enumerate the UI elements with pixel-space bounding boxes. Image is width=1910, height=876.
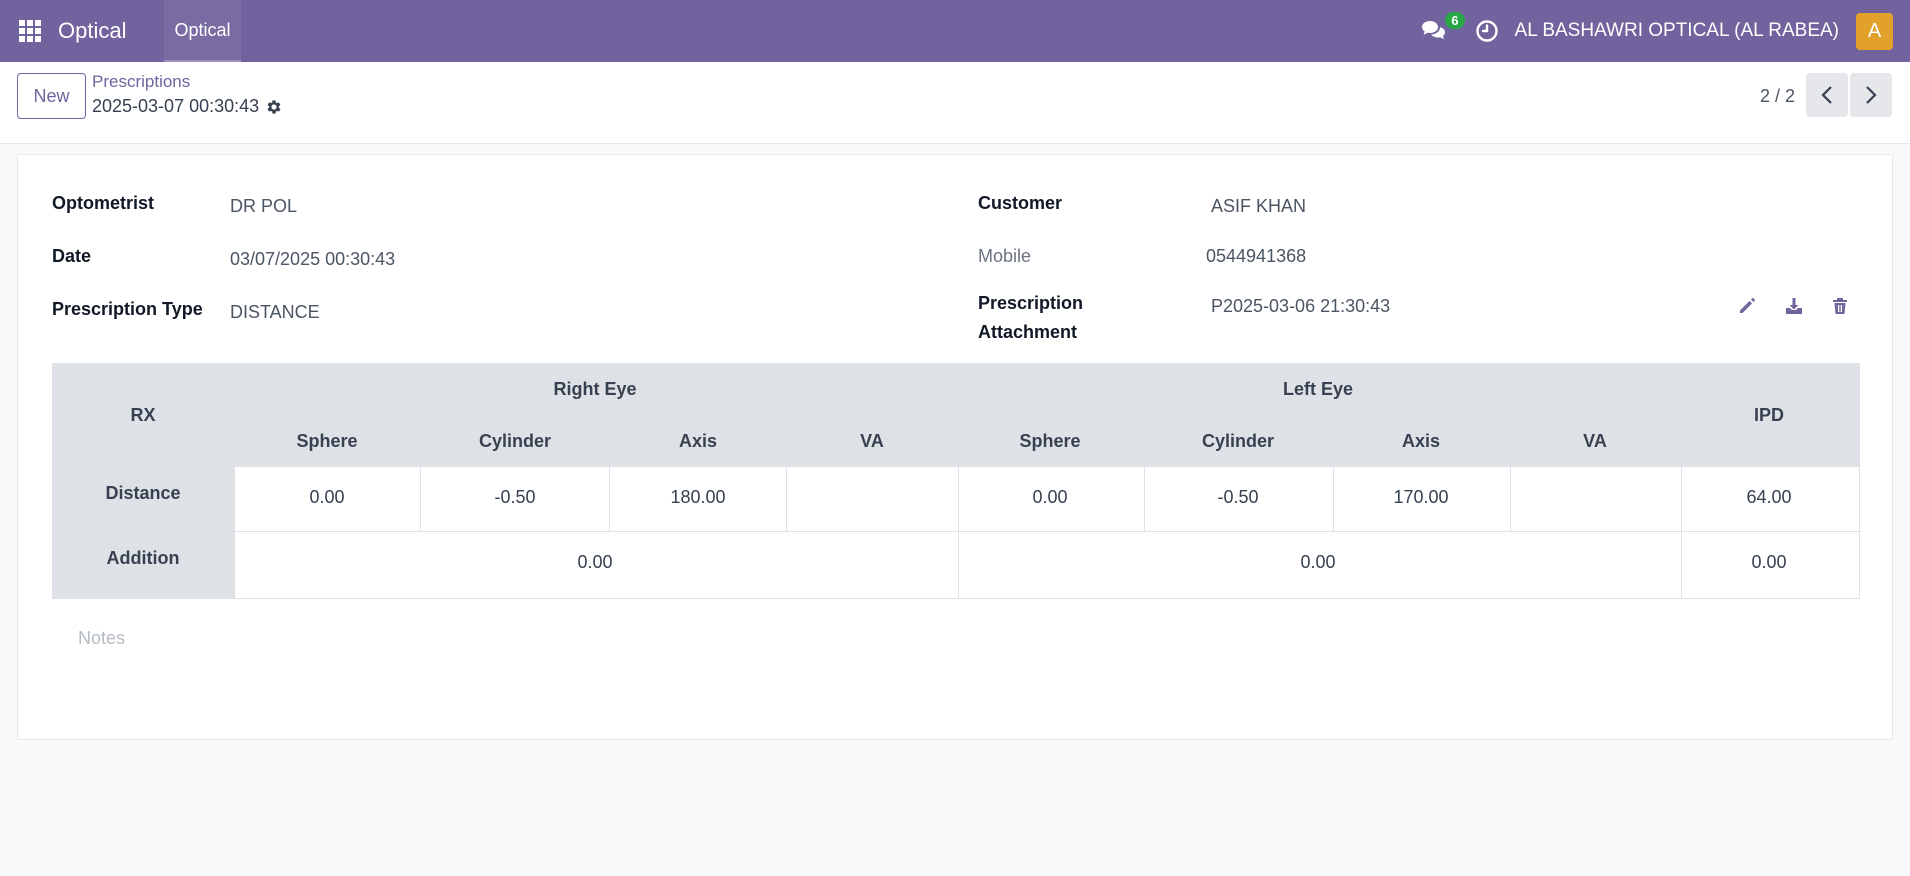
company-switcher[interactable]: AL BASHAWRI OPTICAL (AL RABEA): [1515, 20, 1839, 42]
col-divider: [420, 467, 421, 531]
distance-ipd[interactable]: 64.00: [1746, 487, 1791, 508]
trash-icon: [1833, 298, 1847, 314]
date-label: Date: [52, 246, 92, 266]
chevron-left-icon: [1821, 86, 1832, 104]
addition-row-label: Addition: [106, 548, 180, 568]
grid-icon: [19, 20, 41, 42]
user-avatar[interactable]: A: [1856, 12, 1893, 50]
customer-field[interactable]: ASIF KHAN: [1211, 196, 1306, 217]
col-divider: [1510, 467, 1511, 531]
right-axis-header: Axis: [678, 431, 718, 451]
prescription-attachment-file[interactable]: P2025-03-06 21:30:43: [1211, 296, 1390, 317]
clock-icon[interactable]: [1475, 19, 1499, 43]
gear-icon[interactable]: [265, 98, 283, 116]
breadcrumb-prescriptions[interactable]: Prescriptions: [92, 72, 190, 92]
record-name: 2025-03-07 00:30:43: [92, 96, 260, 116]
addition-left[interactable]: 0.00: [1300, 552, 1335, 573]
pager-value[interactable]: 2 / 2: [1760, 86, 1795, 107]
chevron-right-icon: [1866, 86, 1877, 104]
prescription-attachment-label-line1: Prescription: [978, 293, 1084, 313]
right-cylinder-header: Cylinder: [478, 431, 552, 451]
left-va-header: VA: [1583, 431, 1607, 451]
right-eye-header: Right Eye: [553, 379, 637, 399]
rx-table: RX Right Eye Left Eye IPD Sphere Cylinde…: [52, 363, 1861, 599]
delete-attachment-button[interactable]: [1830, 296, 1850, 316]
addition-right[interactable]: 0.00: [577, 552, 612, 573]
ipd-divider: [1681, 467, 1682, 599]
record-title: 2025-03-07 00:30:43: [92, 96, 283, 117]
download-attachment-button[interactable]: [1784, 296, 1804, 316]
row-divider: [235, 531, 1861, 532]
chat-icon: [1421, 21, 1445, 40]
distance-right-axis[interactable]: 180.00: [670, 487, 725, 508]
left-eye-header: Left Eye: [1282, 379, 1354, 399]
left-axis-header: Axis: [1401, 431, 1441, 451]
left-cylinder-header: Cylinder: [1201, 431, 1275, 451]
top-navbar: Optical Optical 6 AL BASHAWRI OPTICAL (A…: [0, 0, 1910, 62]
messages-count-badge: 6: [1445, 12, 1465, 29]
left-sphere-header: Sphere: [1019, 431, 1081, 451]
distance-right-cylinder[interactable]: -0.50: [494, 487, 535, 508]
prescription-attachment-label-line2: Attachment: [978, 322, 1078, 342]
new-button[interactable]: New: [17, 73, 86, 119]
rx-header: RX: [130, 405, 156, 425]
control-panel: New Prescriptions 2025-03-07 00:30:43 2 …: [0, 62, 1910, 144]
distance-left-sphere[interactable]: 0.00: [1032, 487, 1067, 508]
customer-label: Customer: [978, 193, 1063, 213]
mobile-label: Mobile: [978, 246, 1032, 266]
distance-left-cylinder[interactable]: -0.50: [1217, 487, 1258, 508]
col-divider: [1144, 467, 1145, 531]
edit-attachment-button[interactable]: [1737, 296, 1757, 316]
right-sphere-header: Sphere: [296, 431, 358, 451]
distance-left-axis[interactable]: 170.00: [1393, 487, 1448, 508]
col-divider: [1333, 467, 1334, 531]
pager-next-button[interactable]: [1850, 73, 1892, 117]
menu-item-optical[interactable]: Optical: [164, 0, 241, 62]
apps-menu-button[interactable]: [0, 0, 60, 62]
app-brand[interactable]: Optical: [58, 18, 126, 44]
optometrist-label: Optometrist: [52, 193, 155, 213]
prescription-type-label: Prescription Type: [52, 299, 203, 319]
date-field[interactable]: 03/07/2025 00:30:43: [230, 249, 395, 270]
form-sheet: Optometrist DR POL Date 03/07/2025 00:30…: [17, 154, 1893, 740]
eye-divider: [958, 467, 959, 599]
distance-right-sphere[interactable]: 0.00: [309, 487, 344, 508]
pencil-icon: [1740, 298, 1755, 313]
col-divider: [786, 467, 787, 531]
messages-button[interactable]: 6: [1419, 12, 1465, 46]
optometrist-field[interactable]: DR POL: [230, 196, 297, 217]
distance-row-label: Distance: [105, 483, 181, 503]
right-va-header: VA: [860, 431, 884, 451]
mobile-field[interactable]: 0544941368: [1206, 246, 1306, 267]
pager-previous-button[interactable]: [1806, 73, 1848, 117]
ipd-header: IPD: [1753, 405, 1785, 425]
addition-ipd[interactable]: 0.00: [1751, 552, 1786, 573]
col-divider: [609, 467, 610, 531]
notes-field[interactable]: Notes: [78, 628, 125, 649]
download-icon: [1786, 298, 1802, 314]
prescription-type-field[interactable]: DISTANCE: [230, 302, 320, 323]
